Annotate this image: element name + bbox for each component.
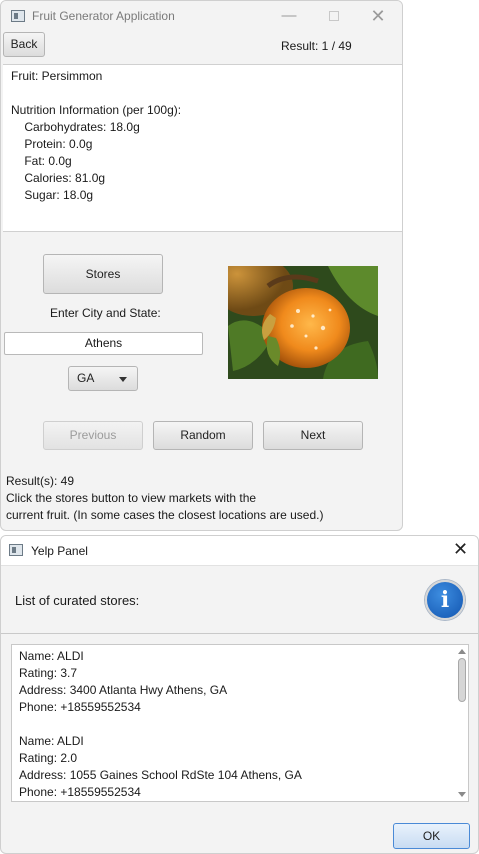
instruction-text: current fruit. (In some cases the closes…	[6, 508, 324, 522]
dialog-close-button[interactable]: ✕	[453, 539, 468, 560]
info-line: Carbohydrates: 18.0g	[11, 120, 140, 134]
persimmon-photo-icon	[228, 266, 378, 379]
next-button[interactable]: Next	[263, 421, 363, 450]
scroll-down-icon[interactable]	[458, 792, 466, 797]
scroll-thumb[interactable]	[458, 658, 466, 702]
instruction-text: Click the stores button to view markets …	[6, 491, 257, 505]
fruit-info-text-area[interactable]: Fruit: Persimmon Nutrition Information (…	[3, 64, 402, 232]
store-line: Phone: +18559552534	[19, 700, 141, 714]
dialog-content: Name: ALDI Rating: 3.7 Address: 3400 Atl…	[1, 634, 478, 811]
vertical-scrollbar[interactable]	[455, 645, 468, 801]
maximize-icon	[329, 11, 339, 21]
store-line: Rating: 2.0	[19, 751, 78, 765]
city-input[interactable]: Athens	[4, 332, 203, 355]
ok-button[interactable]: OK	[393, 823, 470, 849]
chevron-down-icon	[119, 377, 127, 382]
info-icon: i	[425, 580, 465, 620]
close-button[interactable]: ✕	[358, 5, 398, 27]
dialog-header-text: List of curated stores:	[15, 593, 140, 608]
scroll-up-icon[interactable]	[458, 649, 466, 654]
store-line: Name: ALDI	[19, 649, 84, 663]
state-select[interactable]: GA	[68, 366, 138, 391]
store-line: Phone: +18559552534	[19, 785, 141, 799]
stores-button[interactable]: Stores	[43, 254, 163, 294]
result-counter: Result: 1 / 49	[281, 39, 352, 53]
store-line: Address: 1055 Gaines School RdSte 104 At…	[19, 768, 302, 782]
persimmon-image	[228, 266, 378, 379]
info-line: Calories: 81.0g	[11, 171, 106, 185]
window-title: Fruit Generator Application	[32, 9, 175, 23]
yelp-panel-dialog: Yelp Panel ✕ List of curated stores: i N…	[0, 535, 479, 854]
info-line: Protein: 0.0g	[11, 137, 93, 151]
dialog-title-bar: Yelp Panel ✕	[1, 536, 478, 566]
state-select-value: GA	[77, 371, 95, 385]
info-line: Fruit: Persimmon	[11, 69, 103, 83]
app-icon	[9, 544, 23, 556]
info-line: Fat: 0.0g	[11, 154, 72, 168]
back-button[interactable]: Back	[3, 32, 45, 57]
info-line: Sugar: 18.0g	[11, 188, 94, 202]
previous-button[interactable]: Previous	[43, 421, 143, 450]
fruit-generator-window: Fruit Generator Application — ✕ Back Res…	[0, 0, 403, 531]
minimize-button[interactable]: —	[269, 5, 309, 27]
store-line: Rating: 3.7	[19, 666, 78, 680]
app-icon	[11, 10, 25, 22]
maximize-button[interactable]	[314, 5, 354, 27]
random-button[interactable]: Random	[153, 421, 253, 450]
stores-text-area[interactable]: Name: ALDI Rating: 3.7 Address: 3400 Atl…	[11, 644, 469, 802]
city-state-label: Enter City and State:	[50, 306, 161, 320]
store-line: Name: ALDI	[19, 734, 84, 748]
dialog-title: Yelp Panel	[31, 544, 88, 558]
title-bar: Fruit Generator Application — ✕	[1, 1, 402, 32]
results-count-text: Result(s): 49	[6, 474, 75, 488]
store-line: Address: 3400 Atlanta Hwy Athens, GA	[19, 683, 228, 697]
info-line: Nutrition Information (per 100g):	[11, 103, 182, 117]
